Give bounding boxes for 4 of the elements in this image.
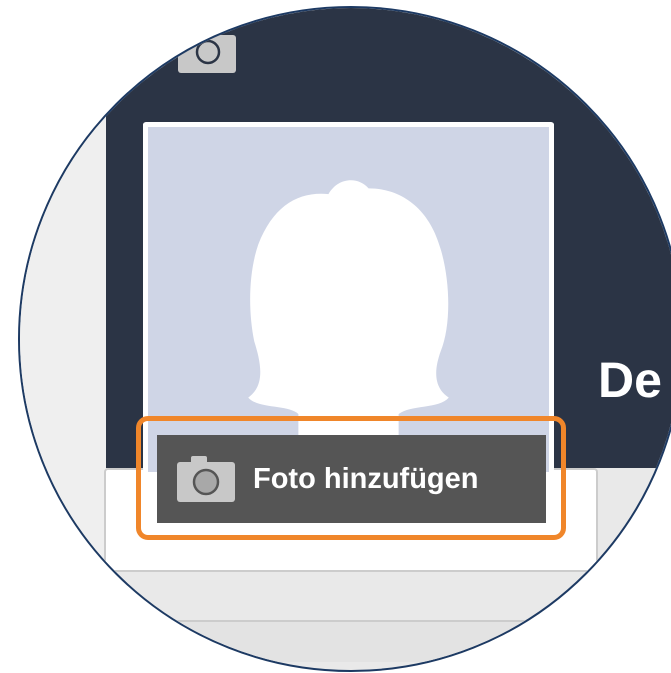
camera-icon [177,456,235,502]
profile-name: De [598,351,662,410]
add-photo-button[interactable]: Foto hinzufügen [157,435,546,523]
camera-icon [178,35,236,73]
